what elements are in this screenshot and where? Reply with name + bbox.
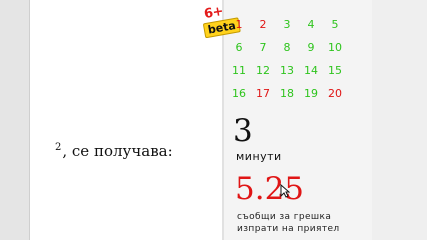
day-item[interactable]: 20: [323, 85, 347, 103]
day-item[interactable]: 11: [227, 62, 251, 80]
day-item[interactable]: 2: [251, 16, 275, 34]
duration-value: 3: [233, 113, 253, 149]
day-item[interactable]: 14: [299, 62, 323, 80]
day-item[interactable]: 19: [299, 85, 323, 103]
video-frame: 2, се получава: 6+ beta 1 2 3 4 5 6 7 8 …: [0, 0, 427, 240]
day-item[interactable]: 15: [323, 62, 347, 80]
day-item[interactable]: 10: [323, 39, 347, 57]
panel-right-shade: [372, 0, 427, 240]
lecture-caption: , се получава:: [62, 142, 173, 160]
day-item[interactable]: 3: [275, 16, 299, 34]
day-item[interactable]: 8: [275, 39, 299, 57]
day-item[interactable]: 1: [227, 16, 251, 34]
day-item[interactable]: 4: [299, 16, 323, 34]
day-item[interactable]: 16: [227, 85, 251, 103]
left-frame-strip: [0, 0, 30, 240]
day-item[interactable]: 7: [251, 39, 275, 57]
day-item[interactable]: 9: [299, 39, 323, 57]
day-item[interactable]: 5: [323, 16, 347, 34]
day-item[interactable]: 13: [275, 62, 299, 80]
current-time-display: 5.25: [235, 171, 305, 207]
lesson-day-grid: 1 2 3 4 5 6 7 8 9 10 11 12 13 14 15 16 1…: [227, 16, 357, 102]
day-item[interactable]: 12: [251, 62, 275, 80]
report-error-link[interactable]: съобщи за грешка: [237, 212, 331, 222]
day-item[interactable]: 17: [251, 85, 275, 103]
day-item[interactable]: 6: [227, 39, 251, 57]
lecture-superscript: 2: [55, 142, 62, 153]
duration-unit: минути: [236, 150, 282, 163]
lecture-text: 2, се получава:: [55, 142, 173, 160]
mouse-cursor-icon: [280, 184, 290, 198]
send-to-friend-link[interactable]: изпрати на приятел: [237, 224, 340, 234]
day-item[interactable]: 18: [275, 85, 299, 103]
